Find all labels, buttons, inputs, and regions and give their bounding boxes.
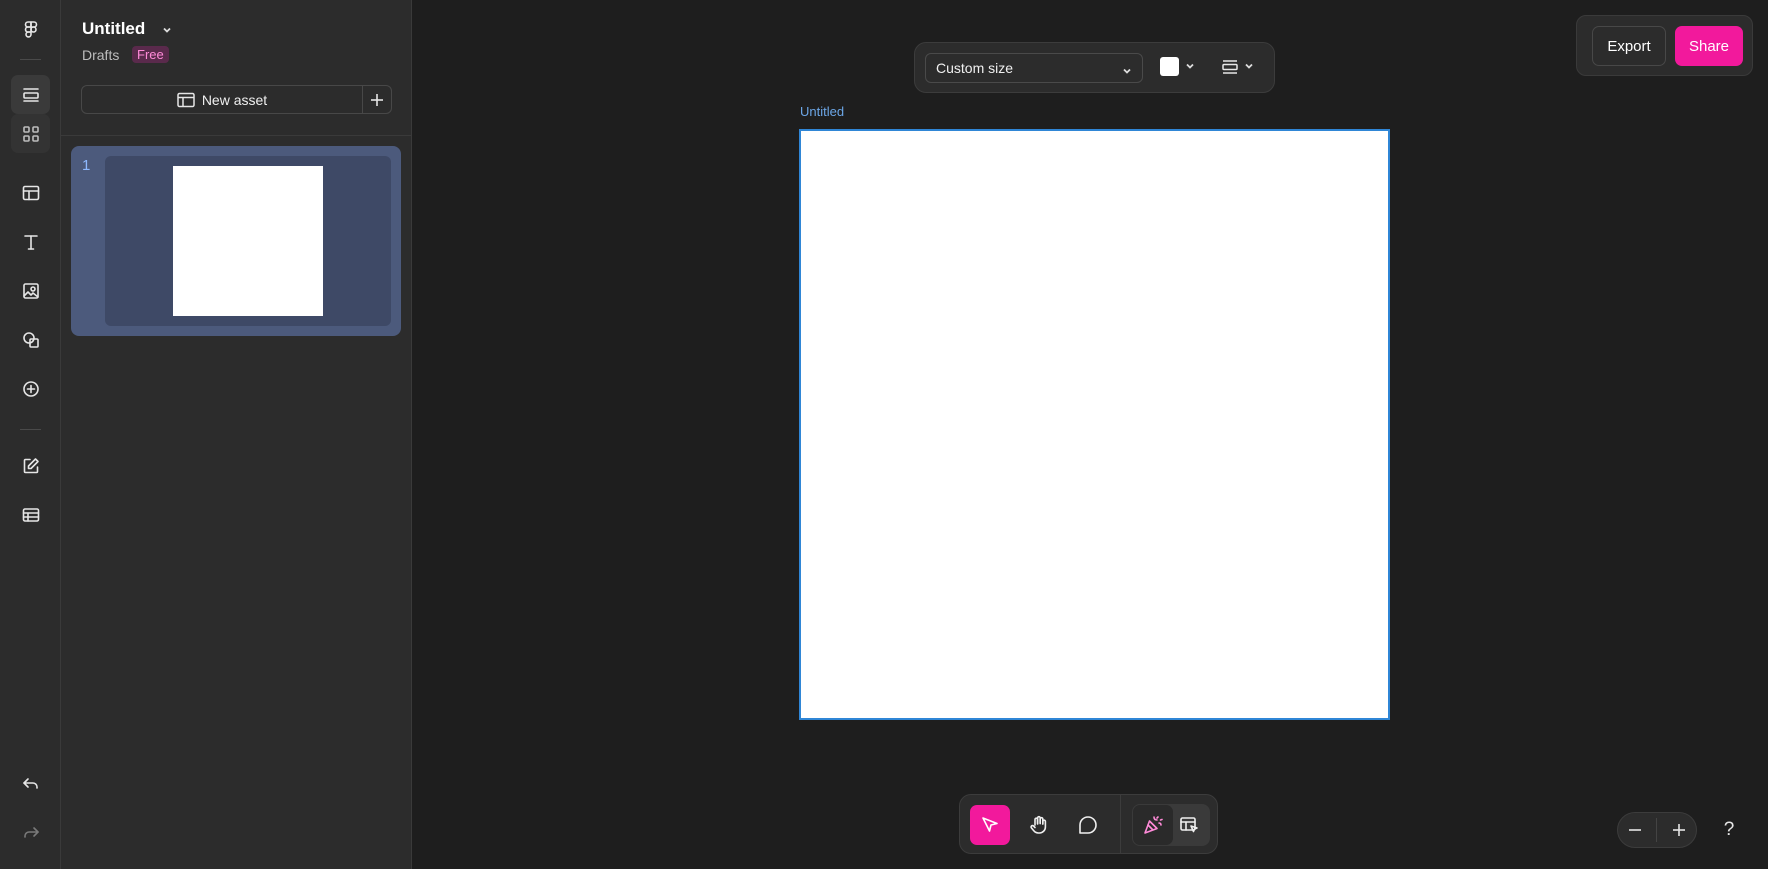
add-asset-button[interactable] (363, 86, 391, 113)
page-thumbnail (173, 166, 323, 316)
top-toolbar: Custom size (914, 42, 1275, 93)
mode-toggle-group (1132, 804, 1210, 846)
hand-icon[interactable] (1019, 805, 1059, 845)
plus-icon (1672, 824, 1685, 836)
page-thumbnail-card[interactable]: 1 (71, 146, 401, 336)
undo-icon[interactable] (11, 764, 50, 803)
share-button[interactable]: Share (1675, 26, 1743, 66)
zoom-controls (1617, 812, 1697, 848)
size-dropdown[interactable]: Custom size (925, 53, 1143, 83)
rail-divider (20, 429, 41, 430)
plus-circle-icon[interactable] (11, 369, 50, 408)
panel-divider (61, 135, 412, 136)
text-icon[interactable] (11, 222, 50, 261)
arrange-icon (1222, 60, 1238, 74)
chevron-down-icon (1244, 58, 1254, 76)
rail-divider (20, 59, 41, 60)
new-asset-control: New asset (81, 85, 392, 114)
plan-badge: Free (132, 46, 169, 63)
tool-rail (0, 0, 61, 869)
header-actions: Export Share (1576, 15, 1753, 76)
layout-icon[interactable] (11, 173, 50, 212)
annotate-icon[interactable] (1169, 805, 1209, 845)
bottom-toolbar (959, 794, 1218, 854)
celebrate-icon[interactable] (1133, 805, 1173, 845)
chevron-down-icon[interactable] (159, 22, 175, 38)
arrange-menu[interactable] (1221, 58, 1254, 76)
edit-icon[interactable] (11, 446, 50, 485)
help-button[interactable]: ? (1716, 815, 1742, 845)
page-thumbnail-backdrop (105, 156, 391, 326)
image-icon[interactable] (11, 271, 50, 310)
export-button[interactable]: Export (1592, 26, 1666, 66)
shapes-icon[interactable] (11, 320, 50, 359)
toolbar-divider (1120, 795, 1121, 853)
file-title[interactable]: Untitled (82, 19, 145, 39)
size-value: Custom size (936, 60, 1014, 76)
figma-logo-icon[interactable] (11, 10, 50, 49)
zoom-in-button[interactable] (1666, 817, 1692, 843)
new-asset-button[interactable]: New asset (82, 86, 363, 113)
new-asset-label: New asset (201, 91, 268, 108)
plus-icon (371, 93, 383, 106)
color-swatch (1160, 57, 1179, 76)
background-color-picker[interactable] (1160, 57, 1195, 76)
minus-icon (1629, 829, 1642, 831)
table-icon[interactable] (11, 495, 50, 534)
layers-icon[interactable] (11, 75, 50, 114)
page-number: 1 (82, 157, 91, 174)
move-cursor-icon[interactable] (970, 805, 1010, 845)
frame-label[interactable]: Untitled (800, 104, 844, 119)
app-window: Untitled Drafts Free New asset 1 Untitle… (0, 0, 1768, 869)
chevron-down-icon (1185, 58, 1195, 76)
chevron-down-icon (1122, 63, 1132, 79)
layout-icon (177, 92, 195, 107)
redo-icon[interactable] (11, 813, 50, 852)
file-location[interactable]: Drafts (82, 47, 119, 63)
comment-icon[interactable] (1068, 805, 1108, 845)
assets-grid-icon[interactable] (11, 114, 50, 153)
pages-panel: Untitled Drafts Free New asset 1 (61, 0, 412, 869)
zoom-divider (1656, 818, 1658, 842)
design-frame[interactable] (799, 129, 1390, 720)
zoom-out-button[interactable] (1622, 817, 1648, 843)
